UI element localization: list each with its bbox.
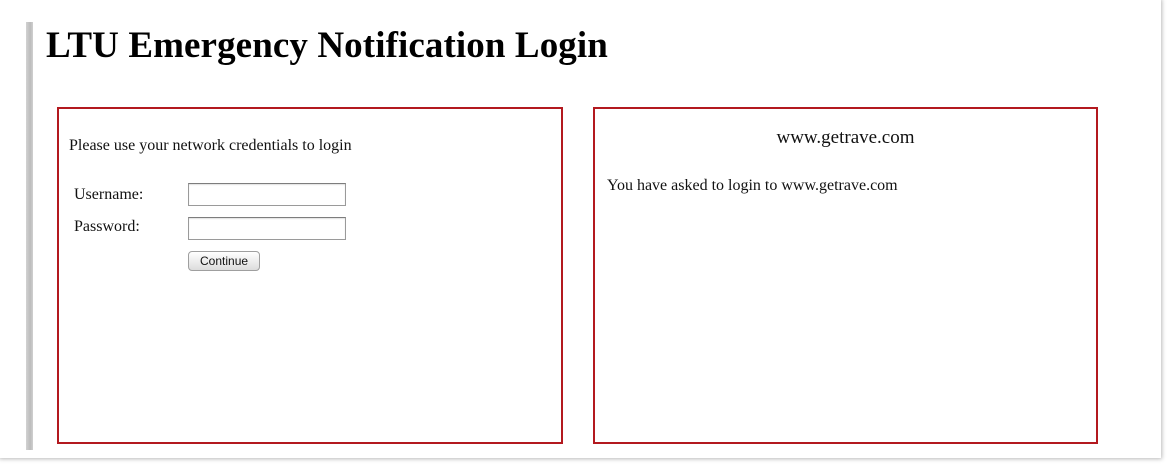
login-site-message: You have asked to login to www.getrave.c… bbox=[607, 177, 898, 194]
site-info-panel: www.getrave.com You have asked to login … bbox=[593, 107, 1098, 444]
continue-button[interactable]: Continue bbox=[188, 251, 261, 271]
login-instructions: Please use your network credentials to l… bbox=[69, 137, 352, 154]
username-label: Username: bbox=[74, 186, 144, 203]
password-input[interactable] bbox=[188, 217, 346, 240]
page-title: LTU Emergency Notification Login bbox=[46, 25, 608, 66]
username-input[interactable] bbox=[188, 183, 346, 206]
page-frame: LTU Emergency Notification Login Please … bbox=[0, 0, 1161, 458]
site-name-heading: www.getrave.com bbox=[776, 127, 915, 148]
left-vertical-rule bbox=[26, 22, 33, 450]
password-label: Password: bbox=[74, 218, 140, 235]
login-panel: Please use your network credentials to l… bbox=[57, 107, 563, 444]
